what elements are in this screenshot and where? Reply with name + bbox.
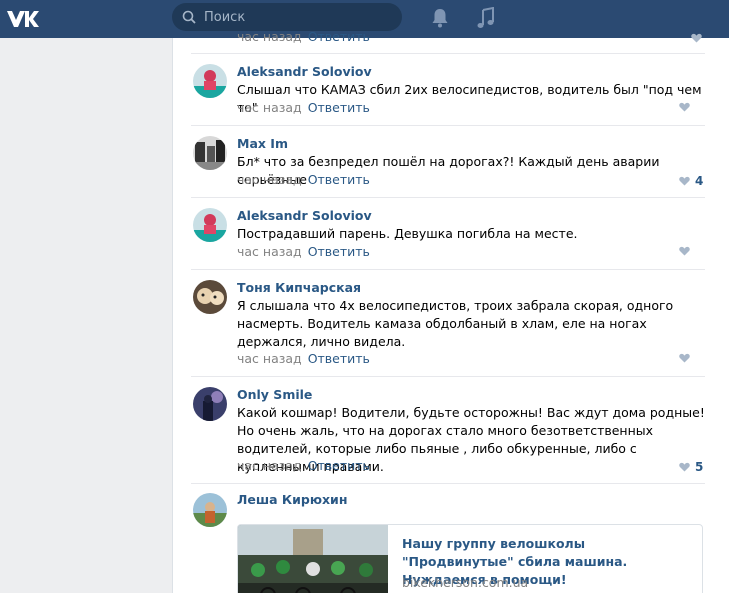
like-button[interactable]	[691, 32, 702, 47]
like-button[interactable]: 5	[679, 460, 703, 474]
link-preview-domain[interactable]: bikekherson.com.ua	[402, 575, 528, 590]
avatar[interactable]	[193, 136, 227, 170]
reply-link[interactable]: Ответить	[308, 172, 370, 187]
like-button[interactable]	[679, 246, 695, 256]
avatar[interactable]	[193, 280, 227, 314]
comment-meta: час назад Ответить	[237, 244, 370, 259]
comment-time: час назад	[237, 29, 302, 44]
comment-time[interactable]: час назад	[237, 244, 302, 259]
comment-text: Пострадавший парень. Девушка погибла на …	[237, 226, 578, 241]
avatar[interactable]	[193, 387, 227, 421]
comment-meta: час назад Ответить	[237, 100, 370, 115]
comment-time[interactable]: час назад	[237, 351, 302, 366]
reply-link[interactable]: Ответить	[308, 29, 370, 44]
comment-author[interactable]: Тоня Кипчарская	[237, 280, 361, 295]
comment-author[interactable]: Only Smile	[237, 387, 312, 402]
comment-time[interactable]: час назад	[237, 100, 302, 115]
avatar[interactable]	[193, 208, 227, 242]
music-icon[interactable]	[477, 6, 495, 29]
comment-item: Aleksandr Soloviov Пострадавший парень. …	[191, 197, 705, 269]
comment-item: Тоня Кипчарская Я слышала что 4х велосип…	[191, 269, 705, 376]
like-button[interactable]	[679, 353, 695, 363]
comment-item: Max Im Бл* что за безпредел пошёл на дор…	[191, 125, 705, 197]
comment-item: Only Smile Какой кошмар! Водители, будьт…	[191, 376, 705, 483]
vk-logo[interactable]	[6, 7, 40, 31]
comment-item: Aleksandr Soloviov Слышал что КАМАЗ сбил…	[191, 53, 705, 125]
heart-icon	[679, 246, 690, 256]
comment-time[interactable]: час назад	[237, 458, 302, 473]
link-preview[interactable]: Нашу группу велошколы "Продвинутые" сбил…	[237, 524, 703, 593]
avatar[interactable]	[193, 493, 227, 527]
comment-time[interactable]: час назад	[237, 172, 302, 187]
comment-author[interactable]: Aleksandr Soloviov	[237, 64, 372, 79]
reply-link[interactable]: Ответить	[308, 458, 370, 473]
heart-icon	[679, 462, 690, 472]
reply-link[interactable]: Ответить	[308, 351, 370, 366]
link-preview-image[interactable]	[238, 525, 388, 593]
comment-text: Я слышала что 4х велосипедистов, троих з…	[237, 298, 674, 349]
heart-icon	[679, 176, 690, 186]
heart-icon	[679, 102, 690, 112]
like-button[interactable]	[679, 102, 695, 112]
comment-meta: час назад Ответить	[237, 172, 370, 187]
reply-link[interactable]: Ответить	[308, 244, 370, 259]
reply-link[interactable]: Ответить	[308, 100, 370, 115]
comment-meta: час назад Ответить	[237, 351, 370, 366]
heart-icon	[679, 353, 690, 363]
search-box[interactable]	[172, 3, 402, 31]
comment-author[interactable]: Леша Кирюхин	[237, 492, 347, 507]
avatar[interactable]	[193, 64, 227, 98]
comments-card: час назад Ответить Aleksandr Soloviov Слы…	[172, 29, 729, 593]
like-count: 5	[695, 460, 704, 474]
like-count: 4	[695, 174, 704, 188]
cutoff-comment-meta: час назад Ответить	[237, 29, 370, 44]
comment-author[interactable]: Aleksandr Soloviov	[237, 208, 372, 223]
bell-icon[interactable]	[431, 8, 449, 28]
comment-meta: час назад Ответить	[237, 458, 370, 473]
search-icon	[182, 9, 198, 25]
comment-author[interactable]: Max Im	[237, 136, 288, 151]
like-button[interactable]: 4	[679, 174, 703, 188]
search-input[interactable]	[204, 9, 384, 25]
